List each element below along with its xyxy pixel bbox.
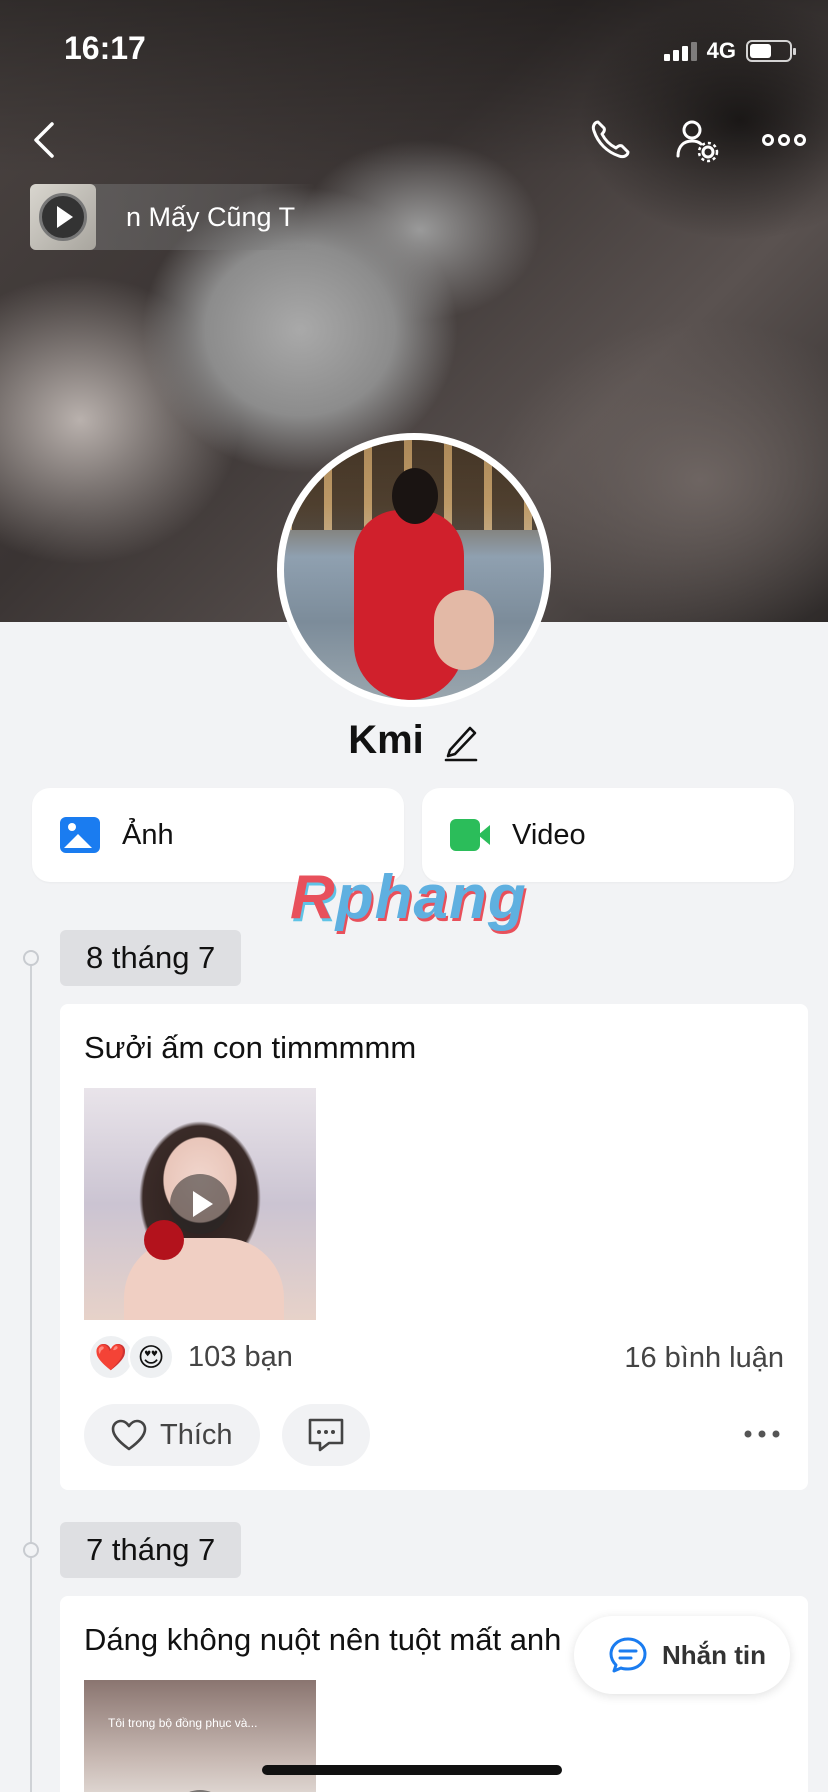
post-video-thumbnail[interactable] bbox=[84, 1088, 316, 1320]
reactions-summary[interactable]: ❤️ 😍 103 bạn bbox=[88, 1334, 293, 1380]
post-caption: Dáng không nuột nên tuột mất anh bbox=[84, 1622, 562, 1657]
timeline-dot bbox=[23, 1542, 39, 1558]
avatar-head bbox=[392, 468, 438, 524]
watermark-part2: phang bbox=[335, 863, 527, 932]
back-icon[interactable] bbox=[26, 118, 66, 162]
date-header: 8 tháng 7 bbox=[60, 930, 242, 986]
message-button[interactable]: Nhắn tin bbox=[574, 1616, 790, 1694]
post-caption: Sưởi ấm con timmmmm bbox=[84, 1030, 417, 1065]
comment-icon bbox=[308, 1418, 344, 1452]
profile-music[interactable]: n Mấy Cũng T bbox=[30, 184, 316, 250]
network-type: 4G bbox=[706, 38, 736, 63]
video-camera-icon bbox=[450, 819, 490, 851]
comment-count[interactable]: 16 bình luận bbox=[624, 1342, 784, 1375]
profile-name: Kmi bbox=[348, 718, 424, 762]
music-thumbnail bbox=[30, 184, 96, 250]
play-icon bbox=[57, 206, 73, 228]
media-overlay-text: Tôi trong bộ đồng phục và... bbox=[108, 1716, 258, 1730]
timeline-dot bbox=[23, 950, 39, 966]
timeline-line bbox=[30, 958, 32, 1792]
home-indicator bbox=[262, 1765, 562, 1775]
media-rose bbox=[144, 1220, 184, 1260]
like-button[interactable]: Thích bbox=[84, 1404, 260, 1466]
phone-icon[interactable] bbox=[586, 116, 634, 164]
reaction-count: 103 bạn bbox=[188, 1340, 293, 1373]
watermark-part1: R bbox=[290, 863, 336, 932]
timeline-post[interactable]: Sưởi ấm con timmmmm ❤️ 😍 103 bạn 16 bình… bbox=[60, 1004, 808, 1490]
chat-bubble-icon bbox=[609, 1637, 647, 1673]
like-label: Thích bbox=[160, 1418, 233, 1451]
edit-icon[interactable] bbox=[442, 720, 480, 762]
avatar-image bbox=[284, 440, 544, 700]
music-title: n Mấy Cũng T bbox=[126, 201, 296, 232]
watermark-logo: Rphang bbox=[290, 862, 527, 933]
status-indicators: 4G bbox=[663, 38, 796, 64]
comment-button[interactable] bbox=[282, 1404, 370, 1466]
status-bar: 16:17 4G bbox=[0, 0, 828, 100]
profile-name-row: Kmi bbox=[0, 718, 828, 763]
photo-icon bbox=[60, 817, 100, 853]
status-time: 16:17 bbox=[64, 30, 146, 66]
videos-label: Video bbox=[512, 818, 586, 851]
message-label: Nhắn tin bbox=[662, 1639, 766, 1670]
profile-avatar[interactable] bbox=[277, 433, 551, 707]
user-settings-icon[interactable] bbox=[672, 116, 720, 164]
avatar-leg bbox=[434, 590, 494, 670]
signal-icon bbox=[663, 41, 697, 61]
post-video-thumbnail[interactable]: Tôi trong bộ đồng phục và... bbox=[84, 1680, 316, 1792]
love-eyes-reaction-icon: 😍 bbox=[128, 1334, 174, 1380]
date-header: 7 tháng 7 bbox=[60, 1522, 242, 1578]
battery-level bbox=[750, 44, 771, 58]
battery-icon bbox=[746, 40, 796, 62]
play-icon[interactable] bbox=[170, 1174, 230, 1234]
heart-icon bbox=[111, 1419, 147, 1451]
photos-label: Ảnh bbox=[122, 818, 174, 851]
more-options-icon[interactable] bbox=[742, 1422, 782, 1446]
more-icon[interactable] bbox=[760, 116, 808, 164]
